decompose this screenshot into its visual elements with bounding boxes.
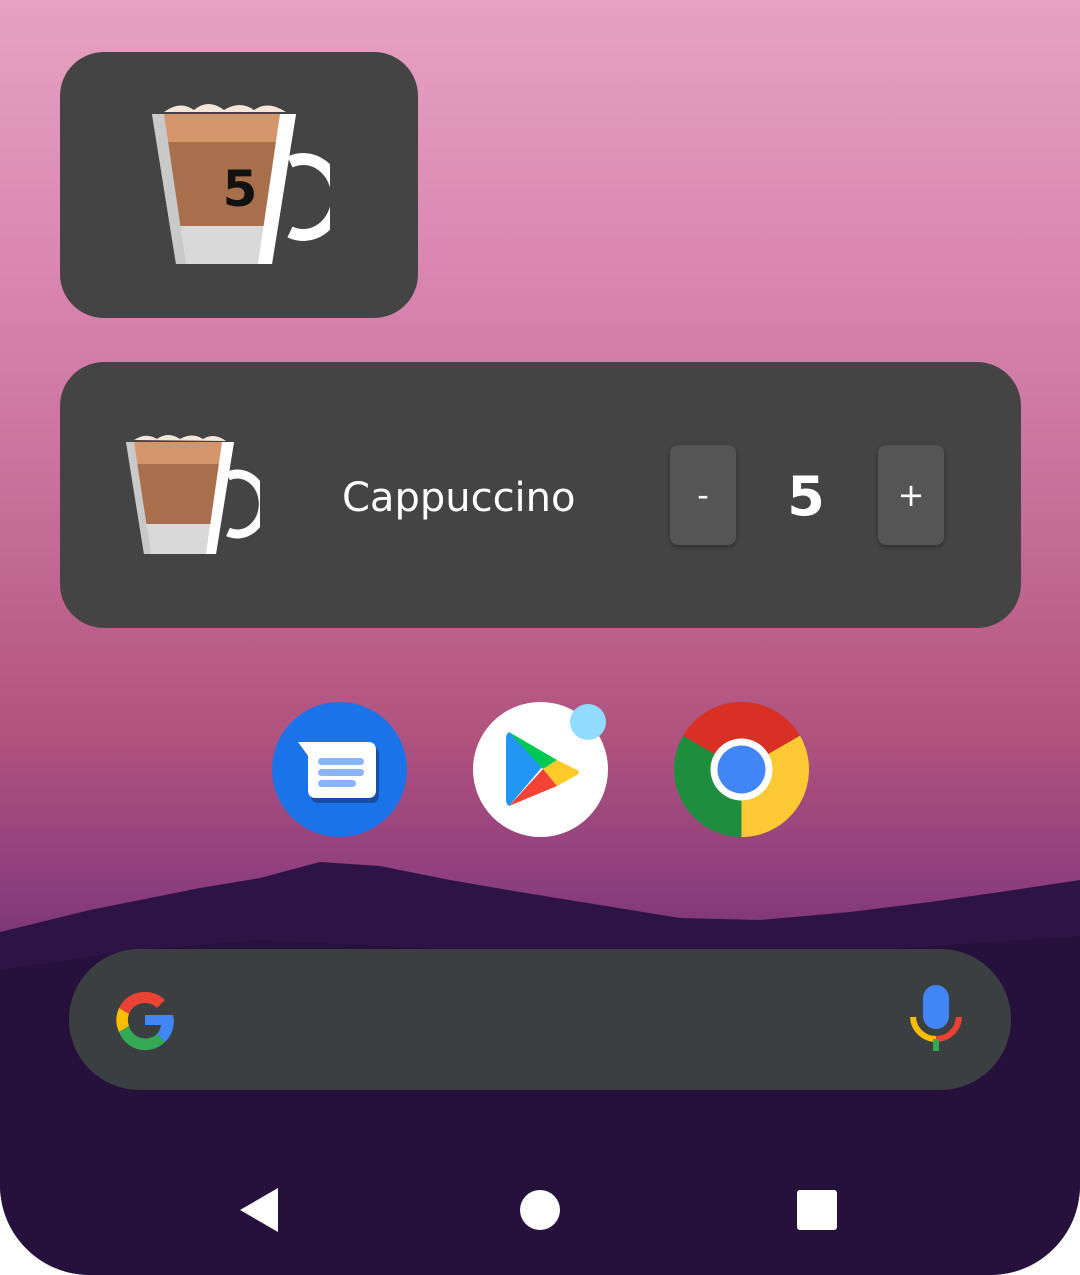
chrome-app-icon[interactable] — [674, 702, 809, 837]
google-g-icon — [116, 991, 174, 1051]
home-screen: 5 Cappuccino - 5 + — [0, 0, 1080, 1275]
increment-button[interactable]: + — [878, 445, 944, 545]
recents-icon[interactable] — [787, 1180, 847, 1240]
drink-name-label: Cappuccino — [342, 475, 576, 521]
back-icon[interactable] — [232, 1180, 292, 1240]
coffee-count-badge: 5 — [222, 160, 258, 218]
cappuccino-cup-icon — [126, 435, 260, 554]
coffee-count: 5 — [787, 465, 825, 528]
google-search-bar[interactable] — [69, 949, 1011, 1090]
decrement-button[interactable]: - — [670, 445, 736, 545]
microphone-icon[interactable] — [907, 981, 965, 1055]
messages-app-icon[interactable] — [272, 702, 407, 837]
play-store-app-icon[interactable] — [473, 702, 608, 837]
coffee-counter-small-widget[interactable]: 5 — [60, 52, 418, 318]
coffee-counter-large-widget: Cappuccino - 5 + — [60, 362, 1021, 628]
home-icon[interactable] — [510, 1180, 570, 1240]
